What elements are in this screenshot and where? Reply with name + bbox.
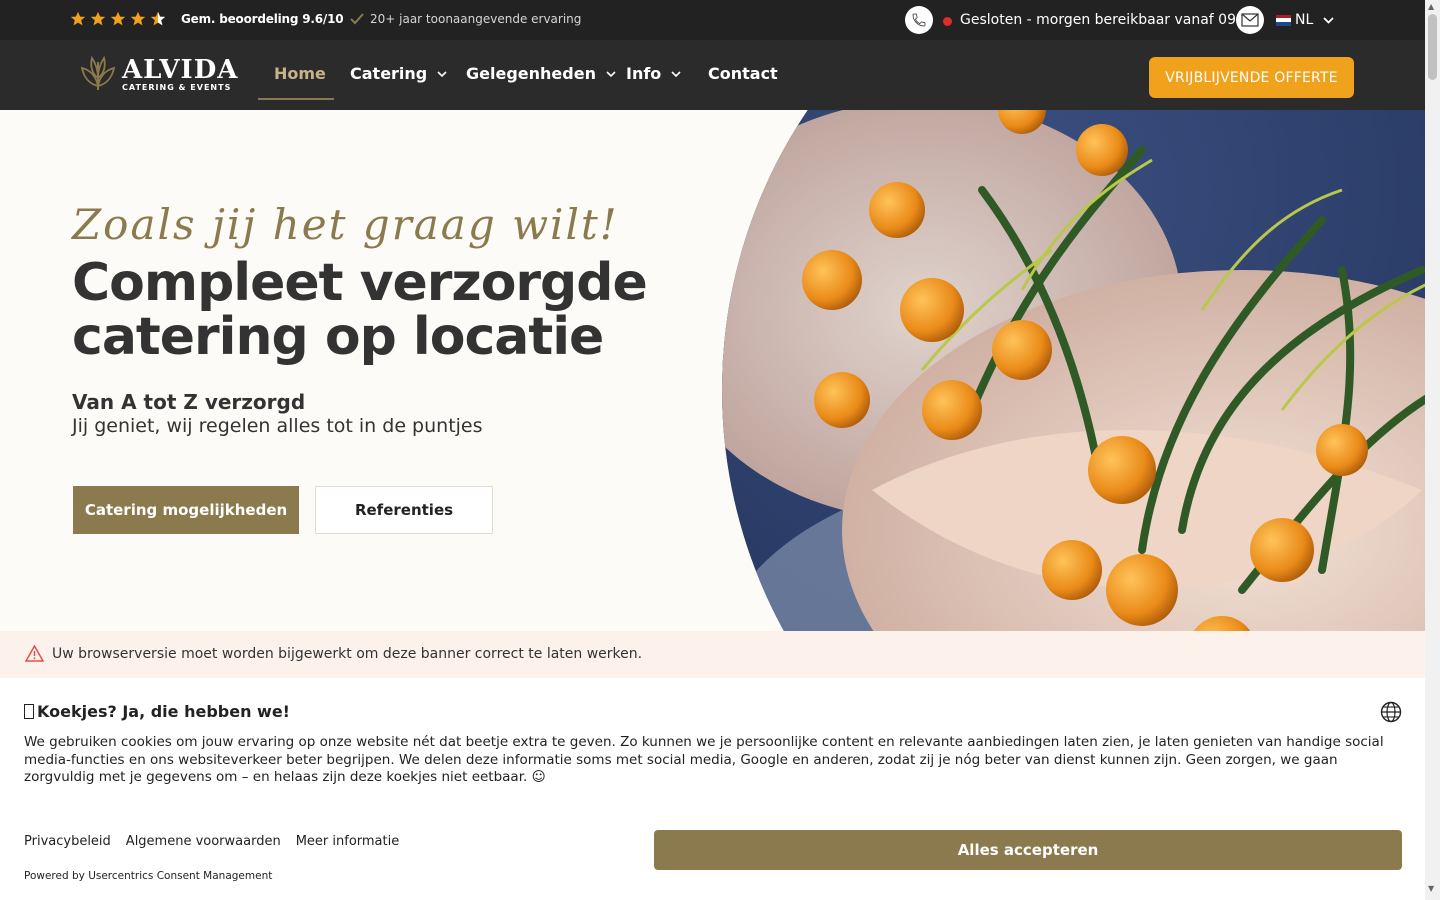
leaf-logo-icon <box>80 56 116 91</box>
nav-active-underline <box>258 98 334 100</box>
hero-subtitle-strong: Van A tot Z verzorgd <box>72 390 306 414</box>
logo-text: ALVIDA CATERING & EVENTS <box>122 57 238 92</box>
opening-status: Gesloten - morgen bereikbaar vanaf 09:00 <box>960 12 1259 28</box>
globe-icon[interactable] <box>1380 701 1402 723</box>
logo[interactable]: ALVIDA CATERING & EVENTS <box>78 56 238 92</box>
hero-title-line-1: Compleet verzorgde <box>72 253 648 313</box>
hero-subtitle: Jij geniet, wij regelen alles tot in de … <box>72 415 483 437</box>
chevron-down-icon <box>437 70 447 77</box>
chevron-down-icon <box>671 70 681 77</box>
hero-food-image <box>722 110 1425 631</box>
logo-name: ALVIDA <box>122 54 239 85</box>
half-star-icon <box>150 11 166 26</box>
cookie-title-text: Koekjes? Ja, die hebben we! <box>37 702 290 721</box>
chevron-down-icon <box>606 70 616 77</box>
scroll-up-arrow-icon[interactable]: ▲ <box>1428 2 1434 11</box>
scroll-down-arrow-icon[interactable]: ▼ <box>1428 884 1434 893</box>
catering-options-button[interactable]: Catering mogelijkheden <box>73 486 299 534</box>
experience: 20+ jaar toonaangevende ervaring <box>350 12 581 26</box>
warning-icon <box>25 645 44 662</box>
scrollbar-thumb[interactable] <box>1428 14 1437 80</box>
nav-item-home[interactable]: Home <box>274 64 326 83</box>
nav-item-gelegenheden[interactable]: Gelegenheden <box>466 64 616 83</box>
main-navbar: ALVIDA CATERING & EVENTS Home Catering G… <box>0 40 1425 110</box>
logo-subtitle: CATERING & EVENTS <box>122 82 232 92</box>
more-info-link[interactable]: Meer informatie <box>296 834 400 849</box>
mail-button[interactable] <box>1236 6 1264 34</box>
nav-item-label: Info <box>626 64 662 83</box>
nav-item-info[interactable]: Info <box>626 64 681 83</box>
nav-item-catering[interactable]: Catering <box>350 64 447 83</box>
references-button[interactable]: Referenties <box>315 486 493 534</box>
language-label: NL <box>1295 12 1314 28</box>
star-icon <box>70 11 86 26</box>
topbar: Gem. beoordeling 9.6/10 20+ jaar toonaan… <box>0 0 1425 40</box>
nav-item-label: Home <box>274 64 326 83</box>
flag-nl-icon <box>1276 14 1291 26</box>
hero-section: Zoals jij het graag wilt! Compleet verzo… <box>0 110 1425 631</box>
cookie-consent-banner: Koekjes? Ja, die hebben we! We gebruiken… <box>0 678 1425 900</box>
cookie-title: Koekjes? Ja, die hebben we! <box>24 702 290 721</box>
powered-by-text: Powered by Usercentrics Consent Manageme… <box>24 870 273 882</box>
hero-title-line-2: catering op locatie <box>72 307 604 367</box>
status-dot <box>943 17 952 26</box>
nav-item-label: Contact <box>708 64 778 83</box>
experience-text: 20+ jaar toonaangevende ervaring <box>370 12 582 26</box>
phone-button[interactable] <box>905 6 933 34</box>
page-scrollbar[interactable]: ▲ ▼ <box>1425 0 1440 900</box>
star-icon <box>130 11 146 26</box>
cookie-emoji-icon <box>24 704 34 719</box>
cookie-links: Privacybeleid Algemene voorwaarden Meer … <box>24 834 399 849</box>
chevron-down-icon <box>1323 16 1334 24</box>
nav-item-contact[interactable]: Contact <box>708 64 778 83</box>
star-icon <box>90 11 106 26</box>
rating-stars <box>70 11 166 27</box>
rating-label: Gem. beoordeling 9.6/10 <box>181 12 344 26</box>
phone-icon <box>912 13 926 27</box>
nav-item-label: Gelegenheden <box>466 64 596 83</box>
terms-link[interactable]: Algemene voorwaarden <box>126 834 281 849</box>
check-icon <box>350 13 364 25</box>
quote-request-button[interactable]: VRIJBLIJVENDE OFFERTE <box>1149 57 1354 98</box>
hero-title: Compleet verzorgde catering op locatie <box>72 253 648 367</box>
mail-icon <box>1241 13 1259 27</box>
privacy-policy-link[interactable]: Privacybeleid <box>24 834 111 849</box>
star-icon <box>110 11 126 26</box>
browser-warning-text: Uw browserversie moet worden bijgewerkt … <box>52 646 643 662</box>
browser-warning-banner: Uw browserversie moet worden bijgewerkt … <box>0 631 1425 678</box>
cookie-description: We gebruiken cookies om jouw ervaring op… <box>24 734 1384 785</box>
nav-item-label: Catering <box>350 64 428 83</box>
language-selector[interactable]: NL <box>1276 12 1334 28</box>
hero-script-tagline: Zoals jij het graag wilt! <box>72 200 619 249</box>
accept-all-button[interactable]: Alles accepteren <box>654 830 1402 870</box>
